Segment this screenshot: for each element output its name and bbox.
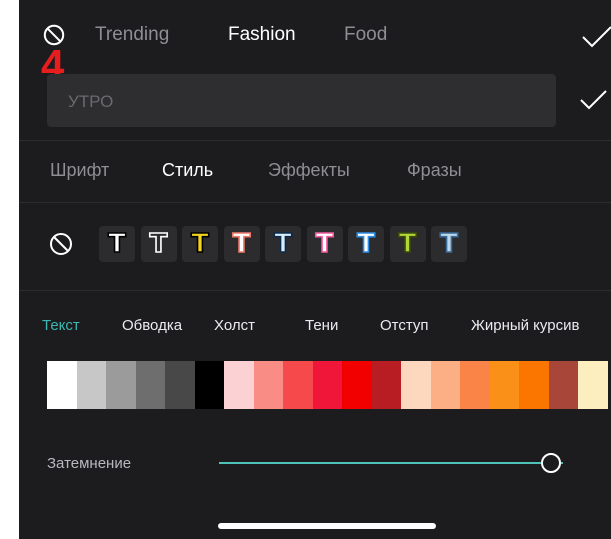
divider — [19, 290, 611, 291]
style-preset-glyph: T — [232, 229, 251, 259]
tab-padding[interactable]: Отступ — [380, 317, 429, 334]
color-swatch[interactable] — [342, 361, 372, 409]
color-swatch[interactable] — [47, 361, 77, 409]
tab-bold-italic[interactable]: Жирный курсив — [471, 317, 579, 334]
color-swatch[interactable] — [224, 361, 254, 409]
color-swatch[interactable] — [578, 361, 608, 409]
style-preset-glyph: T — [398, 229, 417, 259]
divider — [19, 140, 611, 141]
color-swatch[interactable] — [548, 361, 578, 409]
color-swatch[interactable] — [371, 361, 401, 409]
tab-fashion[interactable]: Fashion — [228, 24, 296, 46]
style-preset-tile[interactable]: T — [265, 226, 301, 262]
text-input[interactable] — [66, 89, 540, 115]
tab-outline[interactable]: Обводка — [122, 317, 182, 334]
color-swatch[interactable] — [283, 361, 313, 409]
color-swatch[interactable] — [519, 361, 549, 409]
style-preset-tile[interactable]: T — [140, 226, 177, 262]
style-preset-glyph: T — [315, 229, 334, 259]
color-swatch[interactable] — [253, 361, 283, 409]
dimming-slider-thumb[interactable] — [541, 453, 561, 473]
style-preset-tile[interactable]: T — [99, 226, 135, 262]
style-preset-glyph: T — [439, 229, 458, 259]
tab-food[interactable]: Food — [344, 24, 387, 46]
text-input-box[interactable] — [47, 74, 556, 127]
style-preset-glyph: T — [149, 229, 168, 259]
color-swatch[interactable] — [135, 361, 165, 409]
color-swatch[interactable] — [165, 361, 195, 409]
style-preset-tile[interactable]: T — [306, 226, 343, 262]
tab-trending[interactable]: Trending — [95, 24, 169, 46]
style-preset-tile[interactable]: T — [431, 226, 467, 262]
text-editor-panel: Trending Fashion Food 4 Шрифт Стиль Эффе… — [19, 0, 611, 539]
color-swatch[interactable] — [489, 361, 519, 409]
tab-font[interactable]: Шрифт — [50, 160, 109, 181]
color-swatch[interactable] — [106, 361, 136, 409]
color-swatch[interactable] — [430, 361, 460, 409]
divider — [19, 202, 611, 203]
style-preset-tile[interactable]: T — [223, 226, 260, 262]
color-swatch[interactable] — [194, 361, 224, 409]
confirm-check-icon[interactable] — [581, 26, 611, 48]
dimming-label: Затемнение — [47, 455, 132, 472]
color-swatch[interactable] — [460, 361, 490, 409]
color-palette — [47, 361, 608, 409]
tab-canvas[interactable]: Холст — [214, 317, 255, 334]
no-style-preset-icon[interactable] — [49, 232, 73, 256]
tab-shadows[interactable]: Тени — [305, 317, 338, 334]
home-indicator — [218, 523, 436, 529]
color-swatch[interactable] — [401, 361, 431, 409]
style-preset-tile[interactable]: T — [389, 226, 426, 262]
tab-text-color[interactable]: Текст — [42, 317, 80, 334]
style-preset-tile[interactable]: T — [182, 226, 218, 262]
style-preset-tile[interactable]: T — [348, 226, 384, 262]
style-preset-glyph: T — [273, 229, 292, 259]
tab-style[interactable]: Стиль — [162, 160, 213, 181]
style-preset-glyph: T — [190, 229, 209, 259]
style-preset-glyph: T — [356, 229, 375, 259]
dimming-slider-track[interactable] — [219, 462, 563, 464]
color-swatch[interactable] — [76, 361, 106, 409]
style-preset-glyph: T — [107, 229, 126, 259]
apply-text-check-icon[interactable] — [579, 90, 607, 110]
color-swatch[interactable] — [312, 361, 342, 409]
tab-phrases[interactable]: Фразы — [407, 160, 462, 181]
tab-effects[interactable]: Эффекты — [268, 160, 350, 181]
